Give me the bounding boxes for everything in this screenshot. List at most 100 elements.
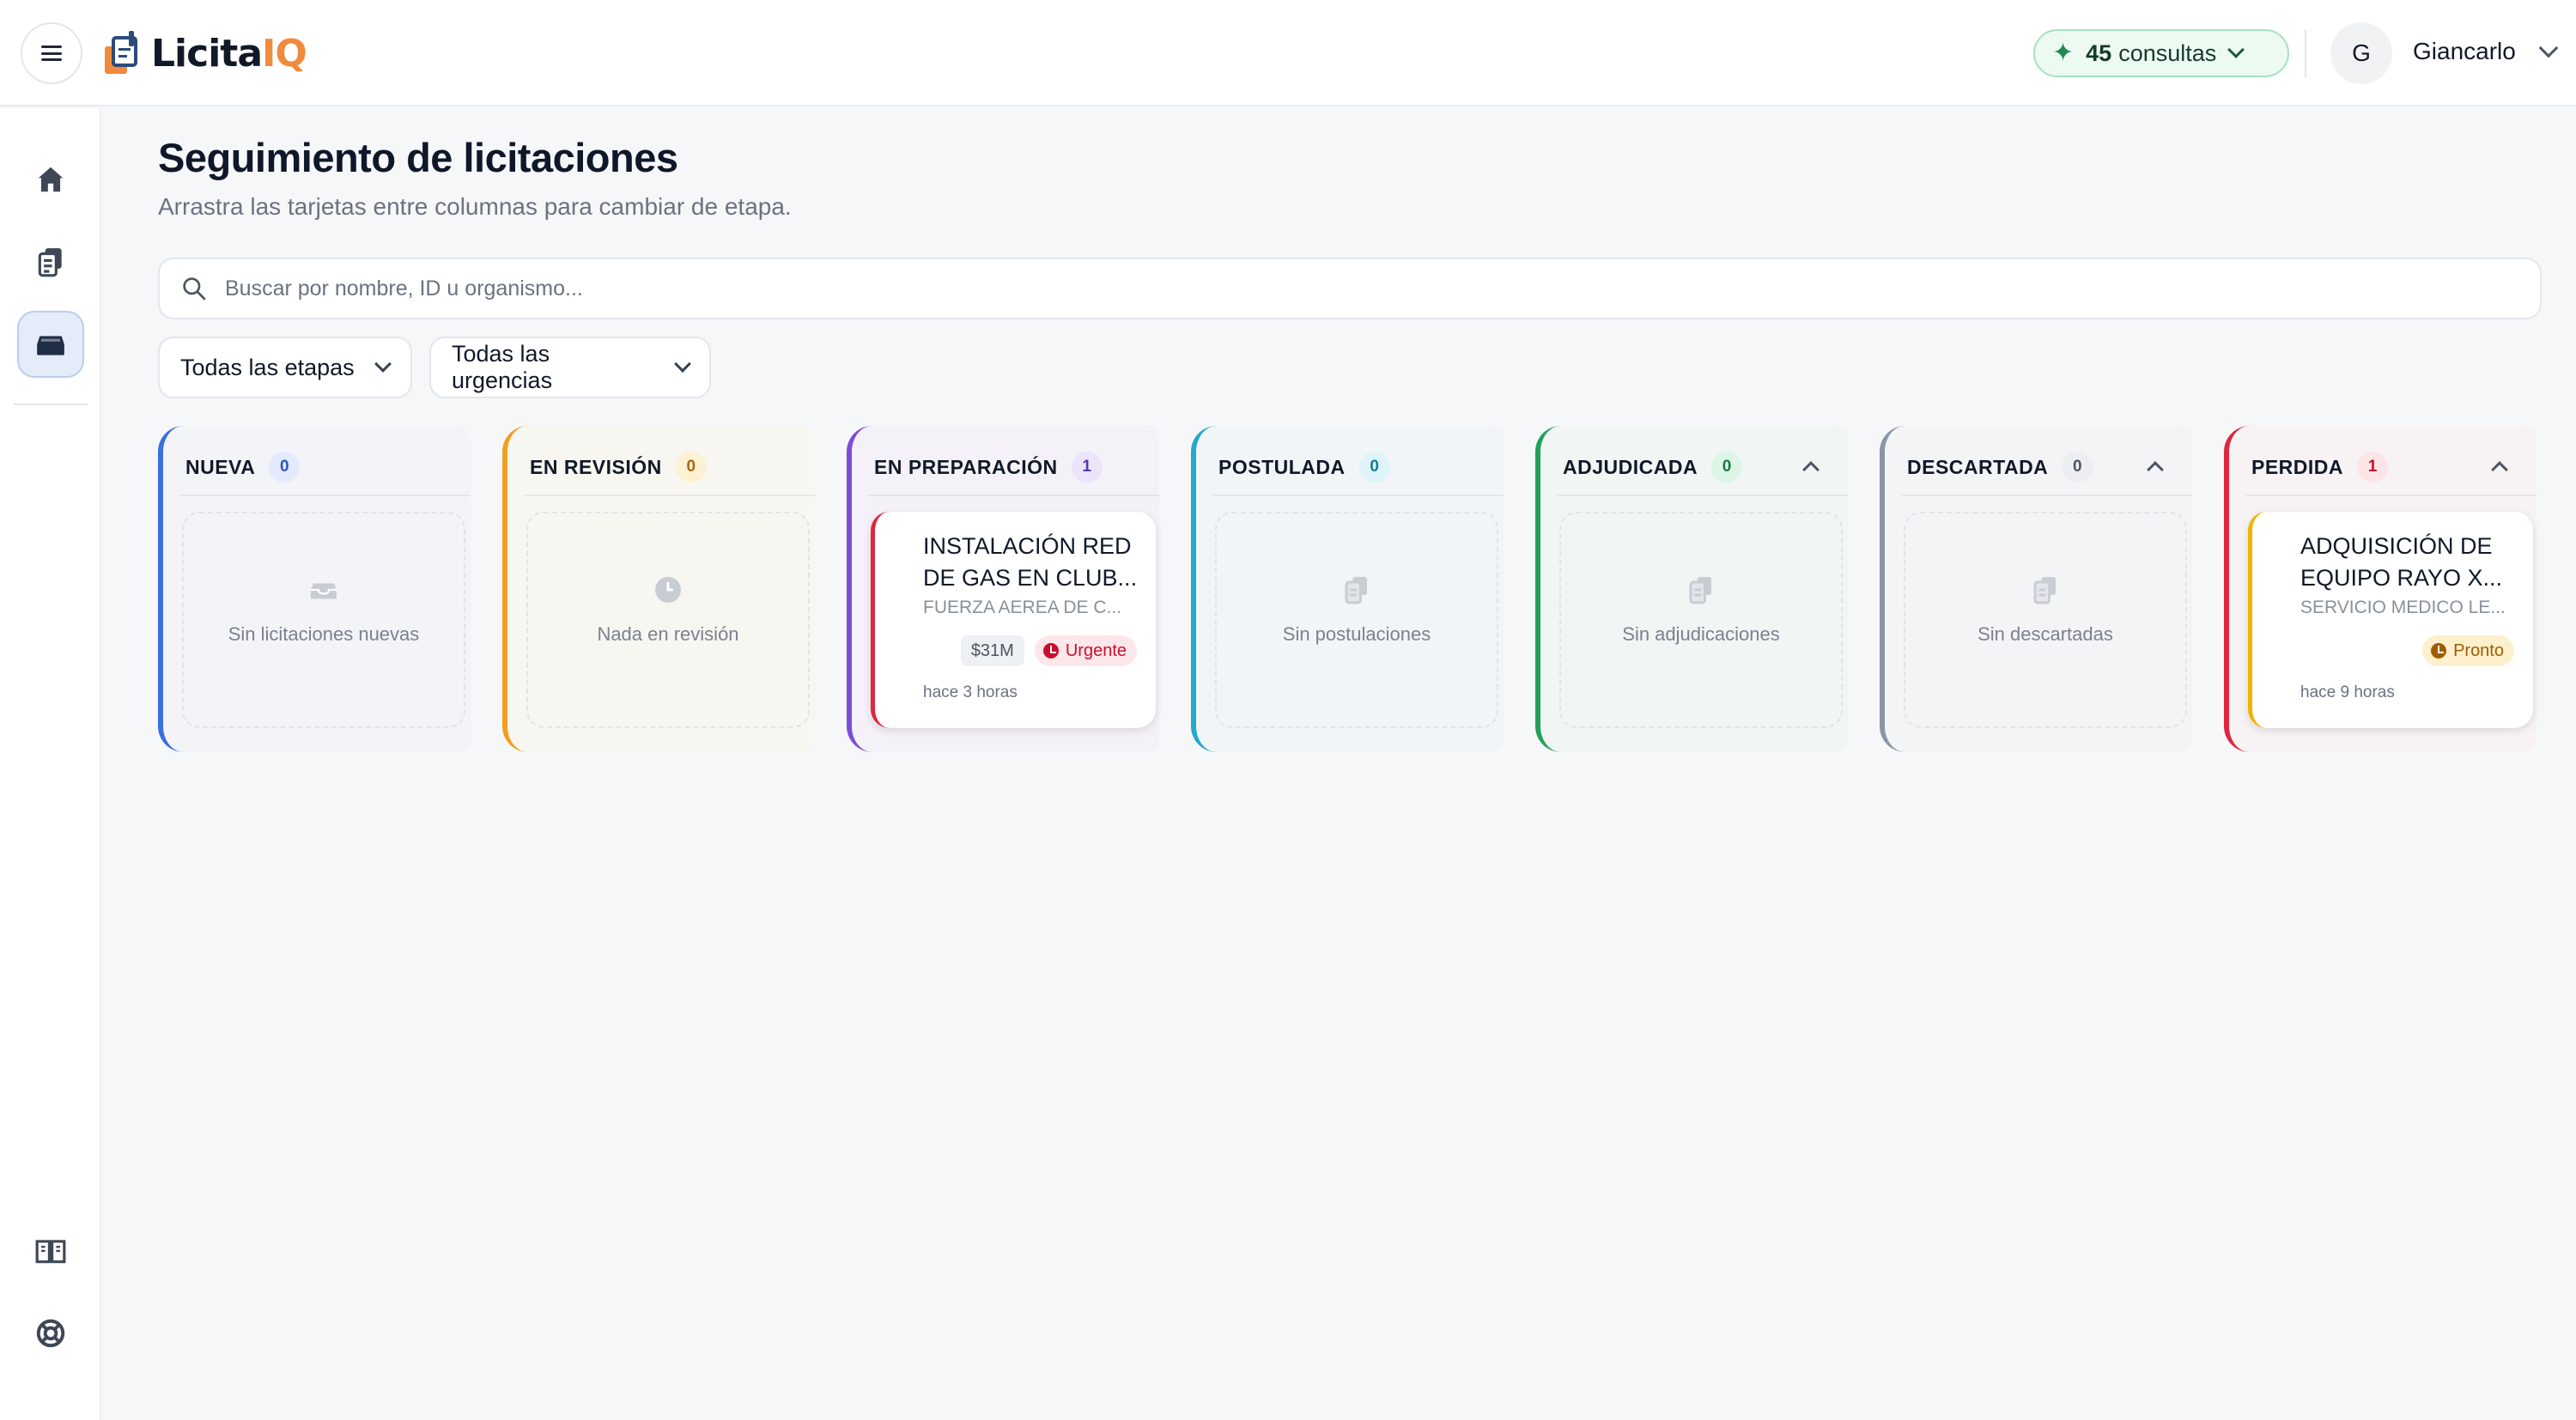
stage-filter-select[interactable]: Todas las etapas [158, 337, 412, 398]
clock-icon [653, 576, 683, 623]
empty-state: Sin descartadas [1904, 512, 2187, 728]
clock-icon [1042, 643, 1059, 658]
card-tags: Pronto [2422, 635, 2514, 666]
kanban-column[interactable]: NUEVA 0 Sin licitaciones nuevas [158, 426, 471, 752]
column-title: DESCARTADA [1907, 455, 2049, 478]
documents-icon [38, 248, 62, 277]
user-name[interactable]: Giancarlo [2413, 38, 2516, 65]
header-divider [2305, 29, 2306, 77]
book-icon [35, 1240, 66, 1264]
sidebar-item-guide[interactable] [17, 1217, 84, 1284]
empty-state: Sin licitaciones nuevas [182, 512, 465, 728]
card-tags: $31M Urgente [960, 635, 1137, 666]
documents-icon [1341, 576, 1372, 623]
page-title: Seguimiento de licitaciones [158, 135, 678, 180]
search-icon [183, 277, 206, 300]
column-divider [2246, 495, 2537, 496]
column-header: PERDIDA 1 [2251, 452, 2389, 482]
sidebar-item-help[interactable] [17, 1300, 84, 1367]
empty-state: Nada en revisión [526, 512, 810, 728]
kanban-column[interactable]: ADJUDICADA 0 Sin adjudicaciones [1535, 426, 1848, 752]
urgency-label: Urgente [1065, 640, 1127, 660]
stage-filter-value: Todas las etapas [180, 354, 355, 380]
column-divider [1213, 495, 1504, 496]
card-timestamp: hace 9 horas [2300, 683, 2395, 701]
kanban-column[interactable]: EN PREPARACIÓN 1 INSTALACIÓN RED DE GAS EN… [847, 426, 1159, 752]
card-organism: FUERZA AEREA DE C... [923, 598, 1122, 617]
inbox-icon [37, 336, 64, 355]
column-title: ADJUDICADA [1563, 455, 1698, 478]
kanban-column[interactable]: PERDIDA 1 ADQUISICIÓN DE EQUIPO RAYO X... S… [2224, 426, 2537, 752]
help-lifebuoy-icon [36, 1319, 65, 1348]
sidebar-item-documents[interactable] [17, 228, 84, 295]
column-title: PERDIDA [2251, 455, 2344, 478]
column-title: EN PREPARACIÓN [874, 455, 1058, 478]
column-title: NUEVA [185, 455, 256, 478]
urgency-filter-value: Todas las urgencias [452, 341, 553, 393]
empty-state: Sin postulaciones [1215, 512, 1498, 728]
column-header: POSTULADA 0 [1218, 452, 1390, 482]
credits-count: 45 [2086, 39, 2112, 66]
urgency-badge: Pronto [2422, 635, 2514, 666]
credits-label: consultas [2118, 39, 2217, 66]
column-count-badge: 1 [1071, 452, 1103, 482]
inbox-icon [308, 583, 339, 623]
column-header: NUEVA 0 [185, 452, 301, 482]
chevron-down-icon [2227, 41, 2245, 58]
column-divider [525, 495, 815, 496]
column-divider [869, 495, 1159, 496]
search-input[interactable] [225, 276, 2458, 301]
column-divider [1558, 495, 1848, 496]
sidebar-item-home[interactable] [17, 146, 84, 213]
home-icon [38, 167, 64, 192]
sidebar-divider [14, 404, 88, 405]
user-menu-chevron-icon[interactable] [2538, 38, 2559, 58]
empty-state-text: Sin postulaciones [1282, 622, 1431, 645]
card-title: ADQUISICIÓN DE EQUIPO RAYO X... [2300, 533, 2503, 591]
column-count-badge: 0 [675, 452, 707, 482]
collapse-chevron-up-icon[interactable] [1802, 461, 1820, 478]
column-count-badge: 0 [2062, 452, 2093, 482]
kanban-column[interactable]: POSTULADA 0 Sin postulaciones [1191, 426, 1504, 752]
documents-icon [1686, 576, 1716, 623]
amount-badge: $31M [960, 635, 1024, 666]
logo-text: LicitaIQ [151, 31, 307, 76]
chevron-down-icon [374, 355, 392, 373]
kanban-column[interactable]: DESCARTADA 0 Sin descartadas [1880, 426, 2192, 752]
column-divider [1902, 495, 2192, 496]
urgency-label: Pronto [2453, 640, 2504, 660]
empty-state-text: Nada en revisión [597, 622, 739, 645]
clock-icon [2431, 643, 2447, 658]
column-title: EN REVISIÓN [530, 455, 662, 478]
logo-icon [105, 31, 137, 74]
urgency-filter-select[interactable]: Todas las urgencias [429, 337, 711, 398]
sidebar-item-tracking[interactable] [17, 311, 84, 378]
column-header: EN PREPARACIÓN 1 [874, 452, 1103, 482]
page-subtitle: Arrastra las tarjetas entre columnas par… [158, 193, 792, 220]
avatar[interactable]: G [2330, 22, 2392, 84]
top-bar: LicitaIQ ✦ 45 consultas G Giancarlo [0, 0, 2576, 106]
chevron-down-icon [674, 355, 691, 373]
urgency-badge: Urgente [1034, 635, 1137, 666]
credits-dropdown[interactable]: ✦ 45 consultas [2033, 29, 2289, 77]
column-count-badge: 0 [1358, 452, 1390, 482]
empty-state-text: Sin licitaciones nuevas [228, 622, 420, 645]
tender-card[interactable]: INSTALACIÓN RED DE GAS EN CLUB... FUERZA … [871, 512, 1156, 728]
menu-button[interactable] [21, 22, 82, 84]
column-header: EN REVISIÓN 0 [530, 452, 707, 482]
empty-state-text: Sin descartadas [1978, 622, 2113, 645]
card-timestamp: hace 3 horas [923, 683, 1018, 701]
column-header: DESCARTADA 0 [1907, 452, 2093, 482]
column-count-badge: 0 [1711, 452, 1743, 482]
tender-card[interactable]: ADQUISICIÓN DE EQUIPO RAYO X... SERVICIO … [2248, 512, 2533, 728]
search-bar[interactable] [158, 258, 2542, 319]
kanban-column[interactable]: EN REVISIÓN 0 Nada en revisión [502, 426, 815, 752]
collapse-chevron-up-icon[interactable] [2491, 461, 2508, 478]
card-organism: SERVICIO MEDICO LE... [2300, 598, 2506, 617]
app-logo[interactable]: LicitaIQ [103, 27, 307, 79]
column-title: POSTULADA [1218, 455, 1346, 478]
documents-icon [2030, 576, 2061, 623]
empty-state-text: Sin adjudicaciones [1622, 622, 1780, 645]
collapse-chevron-up-icon[interactable] [2147, 461, 2164, 478]
card-title: INSTALACIÓN RED DE GAS EN CLUB... [923, 533, 1138, 591]
